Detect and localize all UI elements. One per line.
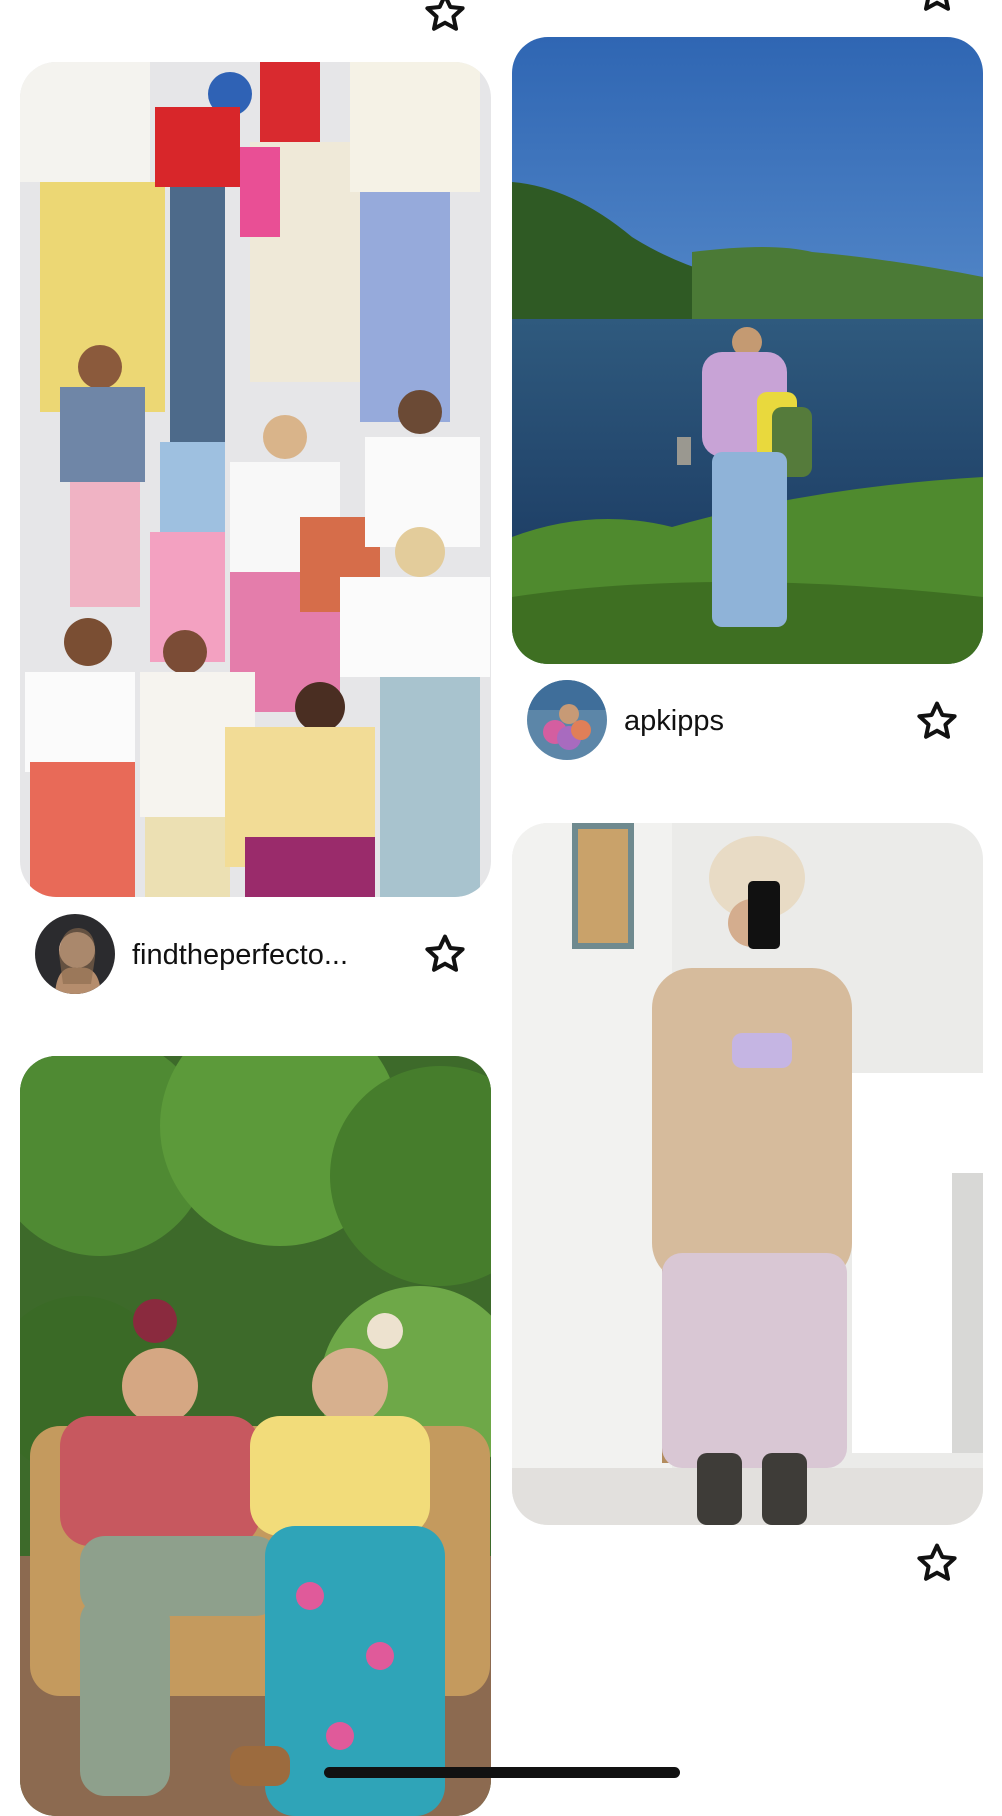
avatar-photo [35, 914, 115, 994]
pin-image-garden-bench[interactable] [20, 1056, 491, 1816]
star-outline-icon [425, 934, 465, 972]
star-outline-icon [425, 0, 465, 31]
home-indicator-bar[interactable] [324, 1767, 680, 1778]
star-outline-icon [917, 1543, 957, 1581]
save-star-button-top-left[interactable] [420, 0, 470, 38]
save-star-button[interactable] [912, 1538, 962, 1588]
save-star-button[interactable] [912, 696, 962, 746]
mirror-selfie-image [512, 823, 983, 1525]
pin-image-mirror-selfie[interactable] [512, 823, 983, 1525]
avatar-photo [527, 680, 607, 760]
garden-bench-image [20, 1056, 491, 1816]
pin-image-outfit-collage[interactable] [20, 62, 491, 897]
outfit-collage-image [20, 62, 491, 897]
star-outline-icon [923, 0, 951, 11]
lake-outfit-image [512, 37, 983, 664]
save-star-button[interactable] [420, 929, 470, 979]
save-star-button-top-right[interactable] [912, 0, 962, 18]
avatar-findtheperfecto[interactable] [35, 914, 115, 994]
pin-image-lake-outfit[interactable] [512, 37, 983, 664]
pin-username[interactable]: apkipps [624, 703, 884, 739]
avatar-apkipps[interactable] [527, 680, 607, 760]
star-outline-icon [917, 701, 957, 739]
pin-username[interactable]: findtheperfecto... [132, 937, 392, 973]
